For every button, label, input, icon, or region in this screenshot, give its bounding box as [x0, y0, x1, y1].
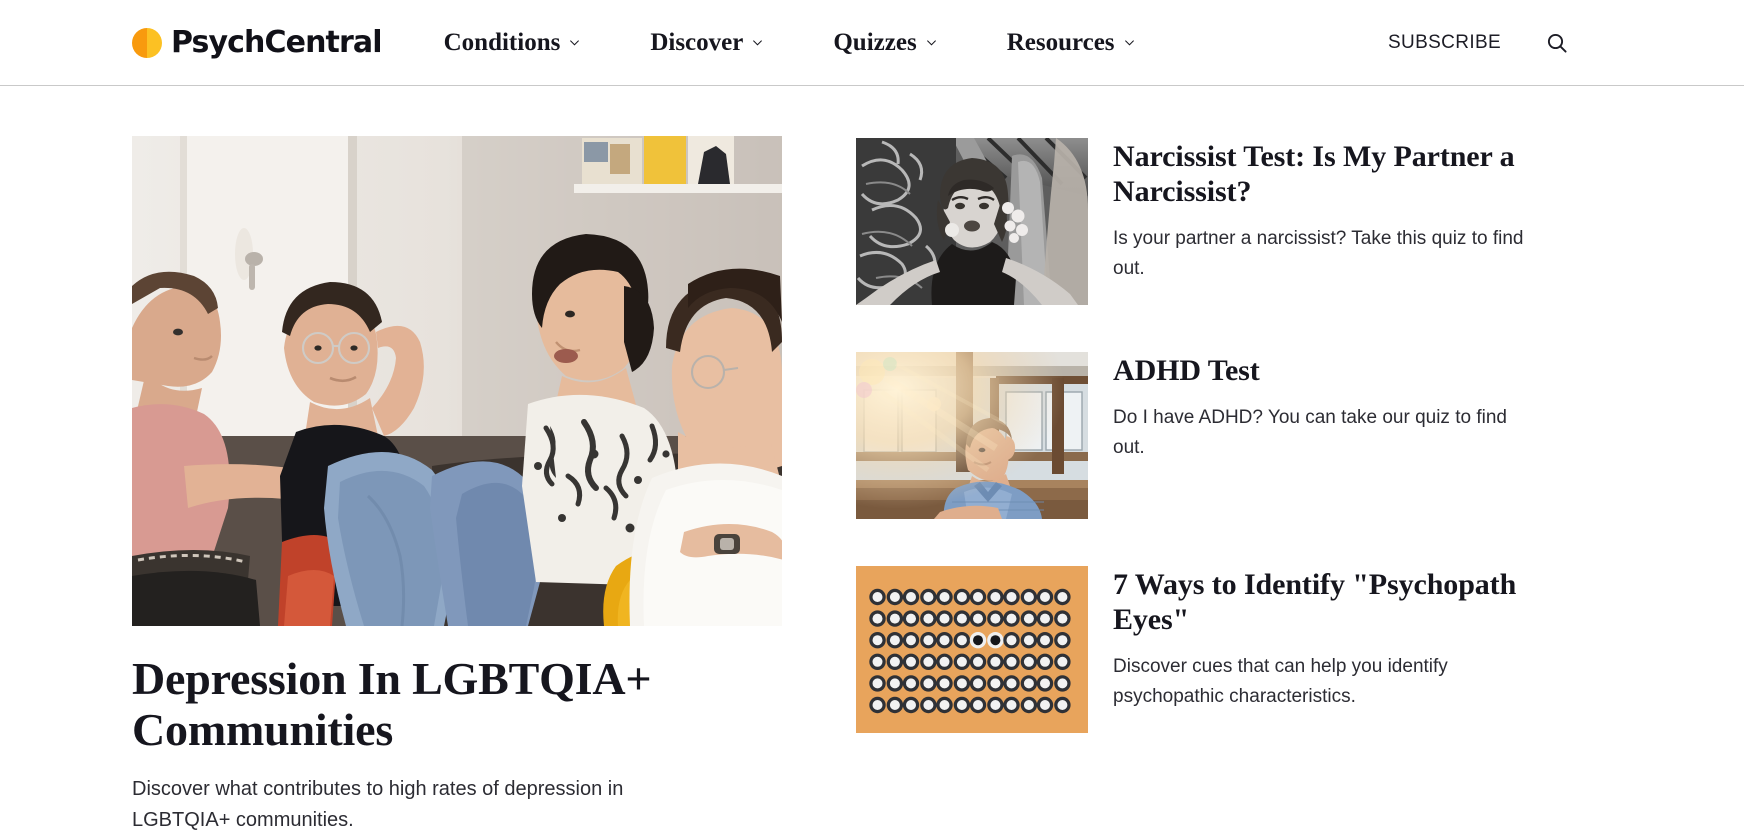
brand-name: PsychCentral	[171, 25, 383, 60]
promo-card-adhd-test[interactable]: ADHD Test Do I have ADHD? You can take o…	[856, 352, 1556, 519]
nav-item-resources[interactable]: Resources	[972, 29, 1170, 57]
promo-description: Is your partner a narcissist? Take this …	[1113, 228, 1524, 280]
feature-image[interactable]	[132, 136, 782, 626]
promo-title: 7 Ways to Identify "Psychopath Eyes"	[1113, 568, 1517, 637]
feature-article[interactable]: Depression In LGBTQIA+ Communities Disco…	[132, 136, 782, 834]
sidebar-promos: Narcissist Test: Is My Partner a Narciss…	[856, 136, 1556, 733]
main-navigation: Conditions Discover Quizzes Resources	[444, 29, 1170, 57]
promo-thumbnail[interactable]	[856, 566, 1088, 733]
promo-text: 7 Ways to Identify "Psychopath Eyes" Dis…	[1113, 566, 1533, 712]
nav-item-quizzes[interactable]: Quizzes	[798, 29, 971, 57]
brand-logo[interactable]: PsychCentral	[132, 25, 383, 60]
promo-card-psychopath-eyes[interactable]: 7 Ways to Identify "Psychopath Eyes" Dis…	[856, 566, 1556, 733]
psychcentral-circle-icon	[132, 27, 162, 58]
promo-description: Do I have ADHD? You can take our quiz to…	[1113, 407, 1507, 458]
promo-thumbnail[interactable]	[856, 138, 1088, 305]
subscribe-link[interactable]: SUBSCRIBE	[1388, 32, 1501, 54]
nav-item-discover[interactable]: Discover	[615, 29, 798, 57]
chevron-down-icon	[1124, 37, 1135, 48]
nav-label: Conditions	[443, 28, 561, 56]
site-header: PsychCentral Conditions Discover Quizzes…	[0, 0, 1744, 86]
promo-description: Discover cues that can help you identify…	[1113, 656, 1448, 708]
nav-label: Discover	[650, 28, 744, 56]
promo-thumbnail[interactable]	[856, 352, 1088, 519]
nav-label: Resources	[1006, 28, 1115, 56]
page-content: Depression In LGBTQIA+ Communities Disco…	[0, 86, 1744, 834]
nav-item-conditions[interactable]: Conditions	[444, 29, 616, 57]
search-icon[interactable]	[1545, 31, 1569, 55]
nav-label: Quizzes	[833, 28, 917, 56]
promo-title: ADHD Test	[1113, 354, 1260, 387]
chevron-down-icon	[752, 37, 763, 48]
promo-card-narcissist-test[interactable]: Narcissist Test: Is My Partner a Narciss…	[856, 138, 1556, 305]
promo-title: Narcissist Test: Is My Partner a Narciss…	[1113, 140, 1515, 209]
header-actions: SUBSCRIBE	[1388, 31, 1744, 55]
feature-title[interactable]: Depression In LGBTQIA+ Communities	[132, 653, 732, 755]
promo-text: ADHD Test Do I have ADHD? You can take o…	[1113, 352, 1533, 463]
chevron-down-icon	[569, 37, 580, 48]
feature-description: Discover what contributes to high rates …	[132, 778, 624, 832]
promo-text: Narcissist Test: Is My Partner a Narciss…	[1113, 138, 1533, 284]
chevron-down-icon	[926, 37, 937, 48]
